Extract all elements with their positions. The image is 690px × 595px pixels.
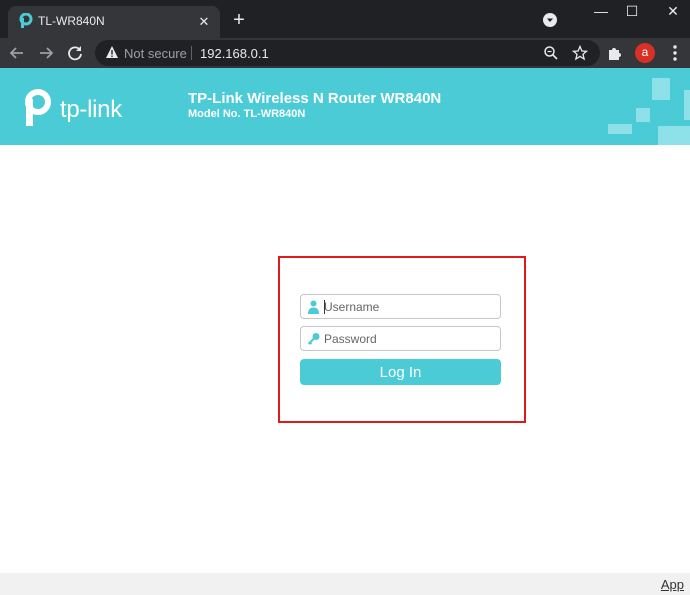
address-bar[interactable]: Not secure 192.168.0.1: [95, 40, 600, 66]
username-input[interactable]: [324, 296, 494, 317]
forward-arrow-icon[interactable]: [35, 42, 57, 64]
app-link[interactable]: App: [661, 577, 684, 592]
tab-search-icon[interactable]: [542, 12, 558, 28]
page-title: TP-Link Wireless N Router WR840N: [188, 90, 442, 107]
key-icon: [307, 333, 320, 345]
tp-link-logo-icon: [25, 89, 51, 126]
tp-link-favicon-icon: [19, 13, 33, 28]
model-number: Model No. TL-WR840N: [188, 108, 306, 120]
decor-square: [636, 108, 650, 122]
window-close-button[interactable]: ✕: [656, 0, 690, 28]
password-field[interactable]: [300, 326, 501, 351]
minimize-button[interactable]: —: [584, 0, 618, 28]
router-header: tp-link TP-Link Wireless N Router WR840N…: [0, 68, 690, 145]
back-arrow-icon[interactable]: [6, 42, 28, 64]
tab-title: TL-WR840N: [38, 14, 105, 28]
extensions-puzzle-icon[interactable]: [607, 45, 623, 61]
login-button[interactable]: Log In: [300, 359, 501, 385]
browser-toolbar: Not secure 192.168.0.1 a: [0, 38, 690, 68]
omnibox-divider: [191, 46, 192, 60]
decor-square: [652, 78, 670, 100]
page-footer: App: [0, 573, 690, 595]
zoom-icon[interactable]: [543, 45, 559, 61]
new-tab-button[interactable]: +: [228, 10, 250, 32]
tab-close-icon[interactable]: ✕: [194, 12, 214, 32]
reload-icon[interactable]: [64, 42, 86, 64]
warning-icon[interactable]: [105, 45, 119, 59]
user-icon: [308, 300, 319, 314]
username-field[interactable]: [300, 294, 501, 319]
decor-square: [684, 90, 690, 120]
decor-square: [608, 124, 632, 134]
browser-tab[interactable]: TL-WR840N ✕: [8, 6, 220, 38]
not-secure-label[interactable]: Not secure: [124, 46, 187, 61]
logo-wordmark: tp-link: [60, 96, 122, 123]
decor-square: [658, 126, 690, 145]
bookmark-star-icon[interactable]: [572, 45, 588, 61]
maximize-button[interactable]: ☐: [615, 0, 649, 28]
password-input[interactable]: [324, 328, 494, 349]
profile-avatar[interactable]: a: [635, 43, 655, 63]
url-text[interactable]: 192.168.0.1: [200, 46, 269, 61]
browser-tabstrip: TL-WR840N ✕ + — ☐ ✕: [0, 0, 690, 38]
kebab-menu-icon[interactable]: [668, 44, 682, 62]
